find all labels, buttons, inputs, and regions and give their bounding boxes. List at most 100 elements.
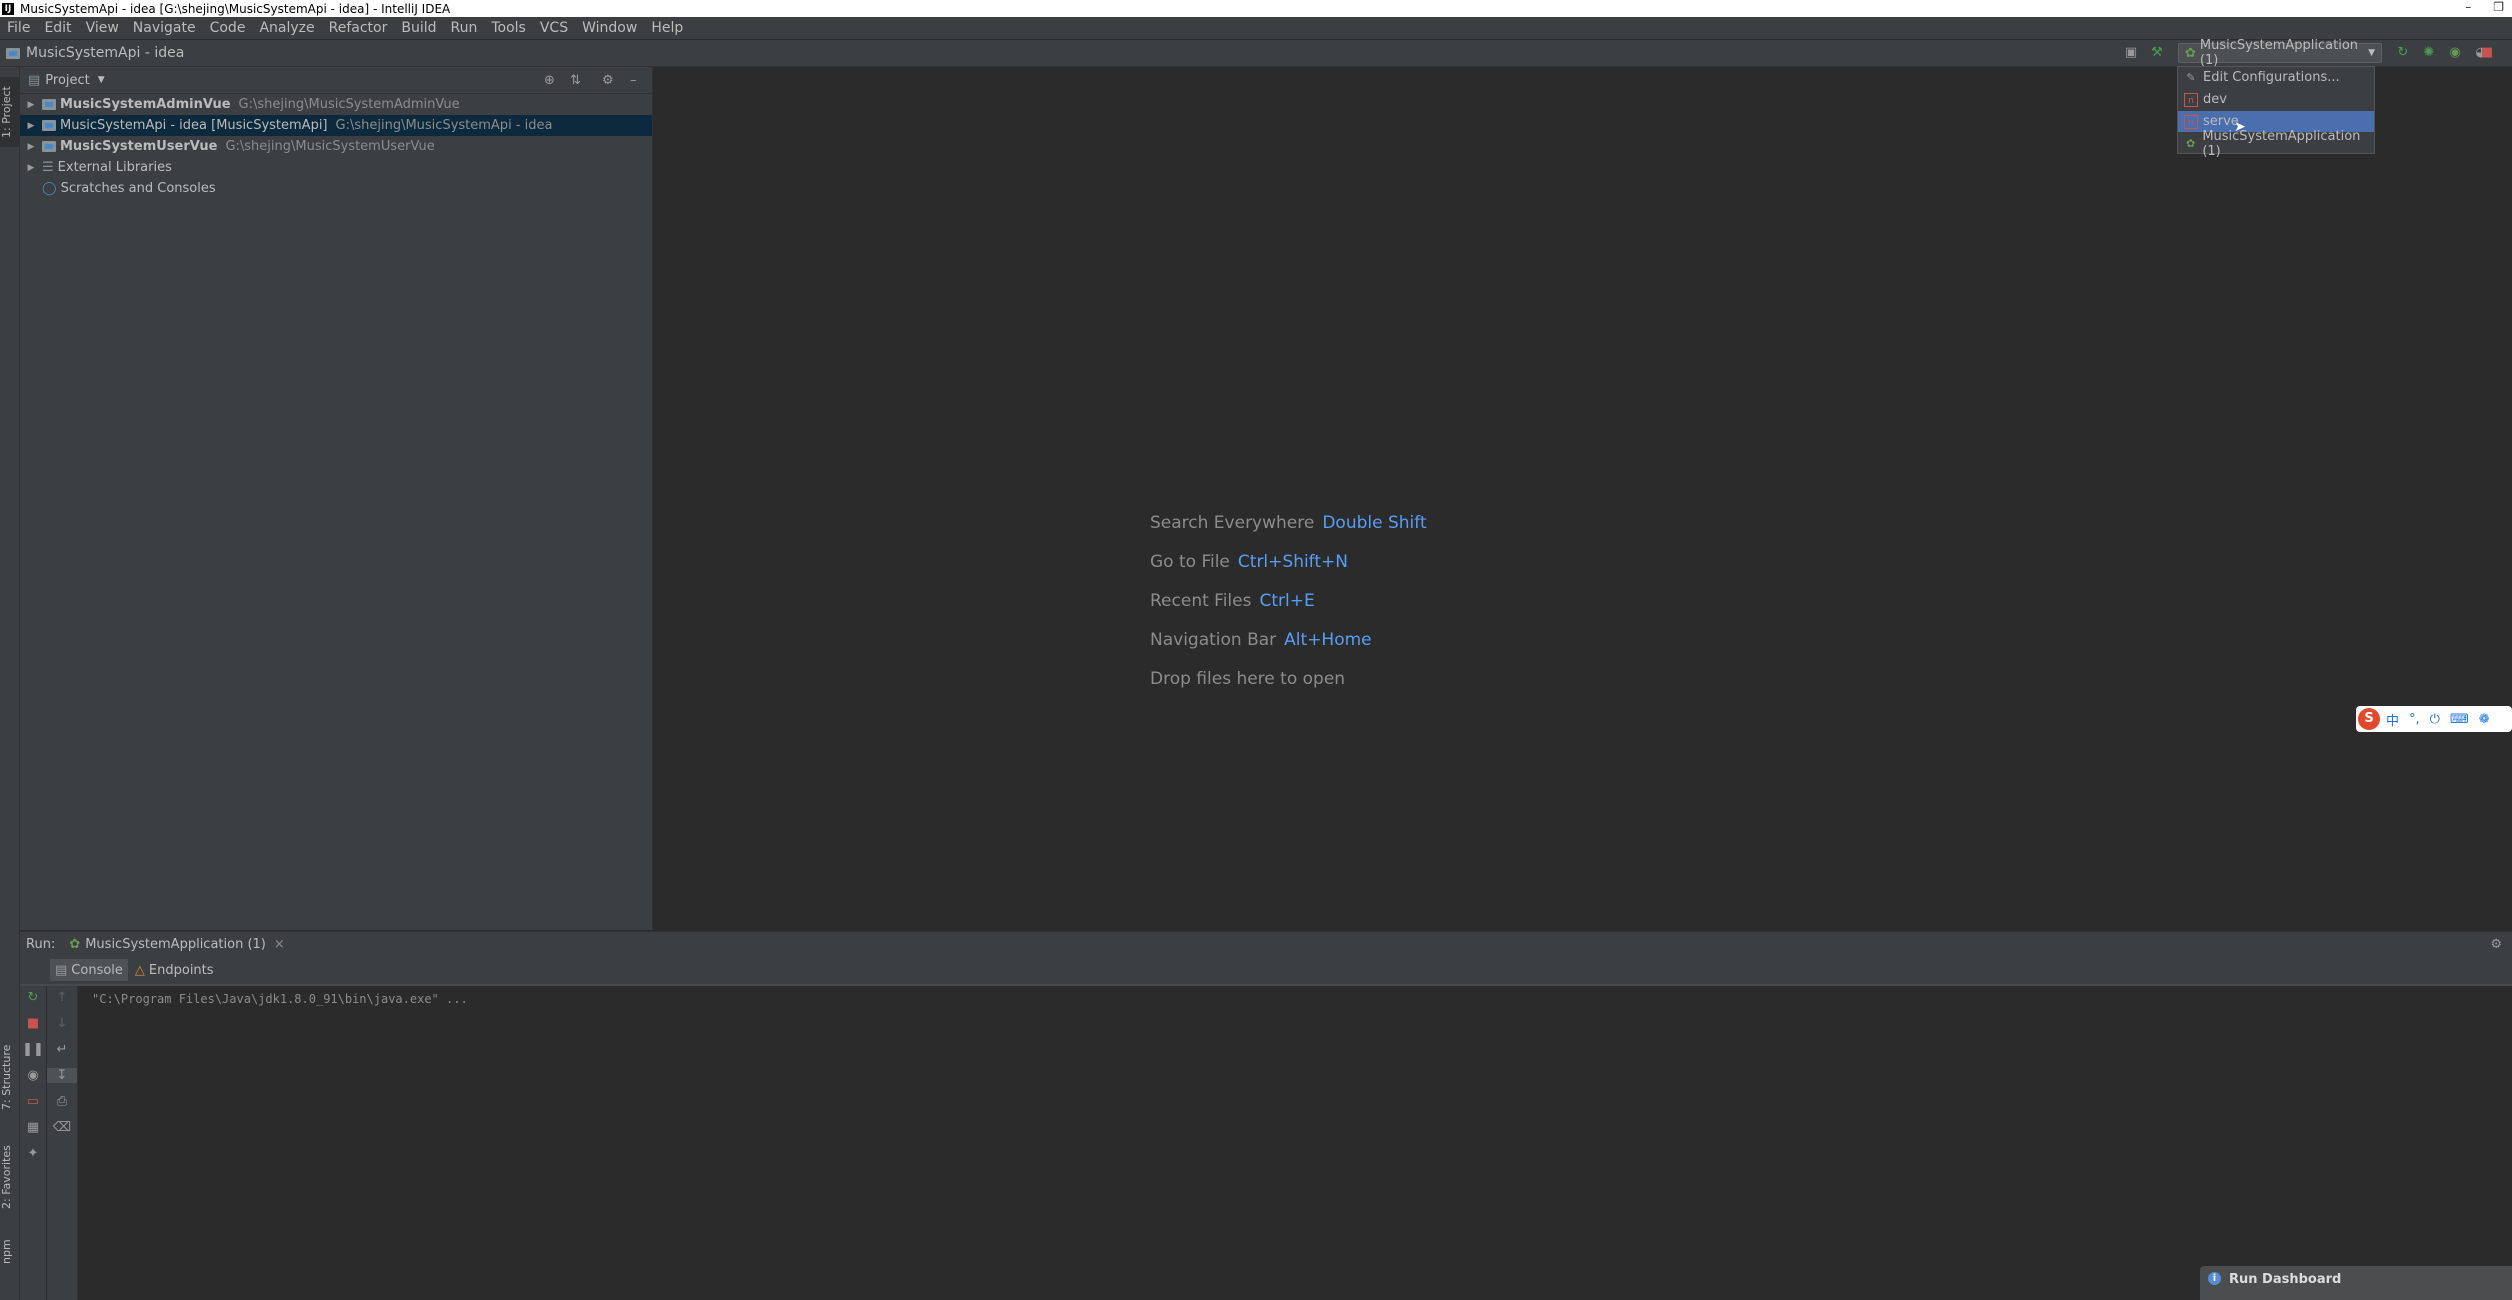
layout-icon[interactable]: ▦ (20, 1120, 46, 1135)
shortcut-key: Ctrl+Shift+N (1237, 552, 1348, 572)
run-configuration-selector[interactable]: ✿ MusicSystemApplication (1) ▼ (2178, 38, 2382, 68)
navigation-bar: MusicSystemApi - idea ▣ ⚒ ✿ MusicSystemA… (0, 38, 2512, 68)
module-folder-icon (42, 99, 56, 110)
tab-project-tool[interactable]: 1: Project (0, 77, 19, 147)
info-icon: i (2208, 1272, 2221, 1285)
stop-icon[interactable]: ■ (20, 1016, 46, 1031)
run-toolbar-console: ↑ ↓ ↵ ↧ ⎙ ⌫ (47, 986, 78, 1300)
tree-item-scratches[interactable]: ◯ Scratches and Consoles (20, 178, 652, 199)
menu-tools[interactable]: Tools (484, 20, 533, 36)
tab-favorites-tool[interactable]: 2: Favorites (0, 1132, 19, 1222)
tree-item-musicsystemuservue[interactable]: ▶ MusicSystemUserVue G:\shejing\MusicSys… (20, 136, 652, 157)
microphone-icon[interactable]: ⏻ (2430, 712, 2440, 727)
menu-window[interactable]: Window (575, 20, 644, 36)
tree-item-external-libraries[interactable]: ▶ ☰ External Libraries (20, 157, 652, 178)
hide-panel-icon[interactable]: – (630, 73, 637, 88)
run-coverage-icon[interactable]: ◉ (2448, 46, 2462, 60)
build-hammer-icon[interactable]: ⚒ (2150, 46, 2164, 60)
window-title-bar: IJ MusicSystemApi - idea [G:\shejing\Mus… (0, 0, 2512, 17)
tab-console[interactable]: ▤ Console (50, 959, 128, 981)
menu-run[interactable]: Run (444, 20, 485, 36)
soft-wrap-icon[interactable]: ↵ (47, 1042, 77, 1057)
run-label: Run: (26, 936, 56, 952)
spring-boot-icon: ✿ (2186, 136, 2196, 150)
close-icon[interactable]: × (274, 937, 285, 952)
debug-bug-icon[interactable]: ✺ (2422, 46, 2436, 60)
scroll-to-end-icon[interactable]: ↧ (47, 1068, 77, 1083)
stop-icon[interactable]: ■ (2480, 46, 2494, 60)
endpoints-icon: △ (134, 962, 145, 978)
console-line: "C:\Program Files\Java\jdk1.8.0_91\bin\j… (92, 992, 468, 1006)
tree-item-name: MusicSystemAdminVue (60, 97, 231, 112)
popup-config-dev[interactable]: n dev (2178, 89, 2374, 110)
print-icon[interactable]: ⎙ (47, 1094, 77, 1109)
menu-help[interactable]: Help (644, 20, 690, 36)
expand-arrow-icon[interactable]: ▶ (24, 100, 38, 110)
tab-endpoints[interactable]: △ Endpoints (130, 959, 219, 981)
hint-go-to-file: Go to File Ctrl+Shift+N (1150, 552, 1348, 572)
expand-arrow-icon[interactable]: ▶ (24, 121, 38, 131)
nav-project-title[interactable]: MusicSystemApi - idea (26, 45, 184, 61)
exit-icon[interactable]: ▭ (20, 1094, 46, 1109)
skin-shirt-icon[interactable]: ❁ (2479, 712, 2490, 727)
menu-view[interactable]: View (79, 20, 126, 36)
run-dashboard-notification[interactable]: i Run Dashboard (2200, 1266, 2512, 1300)
npm-icon: n (2184, 114, 2198, 129)
punctuation-icon[interactable]: °, (2409, 712, 2420, 727)
ime-mode-chinese[interactable]: 中 (2386, 710, 2399, 729)
notification-title: Run Dashboard (2229, 1272, 2342, 1287)
project-folder-icon (6, 47, 20, 59)
camera-icon[interactable]: ◉ (20, 1068, 46, 1083)
popup-edit-configurations[interactable]: ✎ Edit Configurations... (2178, 67, 2374, 88)
chevron-down-icon[interactable]: ▼ (98, 75, 105, 85)
run-tab-musicsystemapplication[interactable]: ✿ MusicSystemApplication (1) × (69, 937, 284, 952)
shortcut-key: Alt+Home (1284, 630, 1372, 650)
rerun-icon[interactable]: ↻ (20, 990, 46, 1005)
hint-drop-files: Drop files here to open (1150, 669, 1346, 689)
menu-vcs[interactable]: VCS (533, 20, 575, 36)
tab-npm-tool[interactable]: npm (0, 1232, 19, 1272)
menu-navigate[interactable]: Navigate (126, 20, 203, 36)
tree-item-name: MusicSystemUserVue (60, 139, 218, 154)
arrow-up-icon[interactable]: ↑ (47, 990, 77, 1005)
menu-file[interactable]: File (0, 20, 37, 36)
gear-icon[interactable]: ⚙ (602, 73, 614, 88)
tree-item-name: External Libraries (57, 160, 172, 175)
popup-config-musicsystemapplication[interactable]: ✿ MusicSystemApplication (1) (2178, 129, 2374, 159)
restore-icon[interactable]: ❐ (2493, 0, 2504, 17)
arrow-down-icon[interactable]: ↓ (47, 1016, 77, 1031)
tree-item-musicsystemapi[interactable]: ▶ MusicSystemApi - idea [MusicSystemApi]… (20, 115, 652, 136)
pause-icon[interactable]: ❚❚ (20, 1042, 46, 1057)
menu-refactor[interactable]: Refactor (322, 20, 395, 36)
pin-icon[interactable]: ✦ (20, 1146, 46, 1161)
project-view-selector[interactable]: Project (45, 73, 89, 88)
console-output[interactable]: "C:\Program Files\Java\jdk1.8.0_91\bin\j… (78, 986, 2512, 1300)
tree-item-name: MusicSystemApi - idea [MusicSystemApi] (60, 118, 328, 133)
minimize-icon[interactable]: – (2465, 0, 2471, 17)
run-subtabs: ▤ Console △ Endpoints (20, 956, 2512, 986)
expand-arrow-icon[interactable]: ▶ (24, 163, 38, 173)
intellij-app-icon: IJ (2, 2, 14, 15)
library-icon: ☰ (42, 160, 54, 175)
module-folder-icon (42, 141, 56, 152)
menu-analyze[interactable]: Analyze (252, 20, 321, 36)
keyboard-icon[interactable]: ⌨ (2450, 712, 2469, 727)
run-config-label: MusicSystemApplication (1) (2199, 38, 2359, 68)
shortcut-key: Double Shift (1322, 513, 1427, 533)
collapse-all-icon[interactable]: ⇅ (570, 73, 581, 88)
layout-icon[interactable]: ▣ (2124, 46, 2138, 60)
ime-toolbar[interactable]: S 中 °, ⏻ ⌨ ❁ (2356, 706, 2512, 732)
menu-code[interactable]: Code (203, 20, 253, 36)
locate-target-icon[interactable]: ⊕ (544, 73, 555, 88)
editor-area[interactable]: Search Everywhere Double Shift Go to File… (653, 67, 2512, 930)
shortcut-key: Ctrl+E (1259, 591, 1315, 611)
run-tool-window-header: Run: ✿ MusicSystemApplication (1) × ⚙ (20, 931, 2512, 957)
trash-icon[interactable]: ⌫ (47, 1120, 77, 1135)
gear-icon[interactable]: ⚙ (2490, 937, 2502, 952)
rerun-icon[interactable]: ↻ (2396, 46, 2410, 60)
tab-structure-tool[interactable]: 7: Structure (0, 1032, 19, 1122)
menu-edit[interactable]: Edit (37, 20, 78, 36)
menu-build[interactable]: Build (394, 20, 443, 36)
expand-arrow-icon[interactable]: ▶ (24, 142, 38, 152)
tree-item-musicsystemadminvue[interactable]: ▶ MusicSystemAdminVue G:\shejing\MusicSy… (20, 94, 652, 115)
